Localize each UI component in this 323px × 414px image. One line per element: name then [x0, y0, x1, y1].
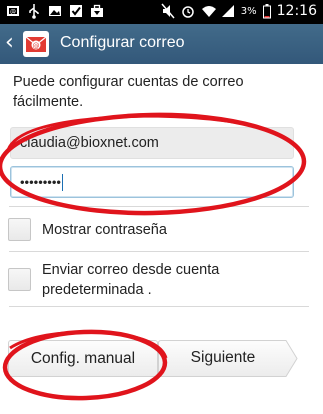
divider — [9, 306, 309, 307]
alarm-icon — [181, 3, 195, 19]
image-icon — [48, 3, 62, 19]
svg-text:@: @ — [10, 9, 16, 16]
check-icon — [69, 3, 83, 19]
default-account-label: Enviar correo desde cuenta predeterminad… — [42, 260, 219, 300]
divider — [9, 206, 309, 207]
status-bar: @ 3% 12:16 — [0, 0, 323, 24]
email-field[interactable]: claudia@bioxnet.com — [10, 127, 294, 159]
usb-icon — [27, 3, 41, 19]
password-field[interactable]: ••••••••• — [10, 166, 294, 198]
setup-description: Puede configurar cuentas de correo fácil… — [13, 74, 244, 110]
show-password-checkbox[interactable] — [8, 218, 31, 241]
divider — [9, 251, 309, 252]
battery-percent: 3% — [240, 5, 257, 17]
briefcase-icon — [90, 3, 104, 19]
mute-icon — [161, 3, 175, 19]
manual-config-button[interactable]: Config. manual — [8, 340, 158, 377]
battery-icon — [262, 3, 271, 19]
wifi-icon — [201, 3, 216, 19]
password-mask: ••••••••• — [20, 174, 61, 190]
clock: 12:16 — [276, 3, 317, 19]
default-account-label-line1: Enviar correo desde cuenta — [42, 262, 220, 278]
next-button[interactable]: Siguiente — [158, 340, 298, 377]
show-password-label: Mostrar contraseña — [42, 222, 167, 238]
page-title: Configurar correo — [60, 34, 185, 51]
system-icons: 3% 12:16 — [161, 3, 317, 19]
action-bar: ‹ @ Configurar correo — [0, 24, 323, 64]
notification-icons: @ — [6, 3, 104, 19]
email-notification-icon: @ — [6, 3, 20, 19]
email-app-icon[interactable]: @ — [23, 31, 49, 57]
svg-text:@: @ — [33, 42, 40, 50]
next-button-label: Siguiente — [190, 349, 256, 366]
default-account-label-line2: predeterminada . — [42, 282, 152, 298]
back-chevron-icon[interactable]: ‹ — [5, 31, 14, 55]
default-account-checkbox[interactable] — [8, 268, 31, 291]
text-cursor — [61, 174, 63, 191]
signal-icon — [221, 3, 235, 19]
